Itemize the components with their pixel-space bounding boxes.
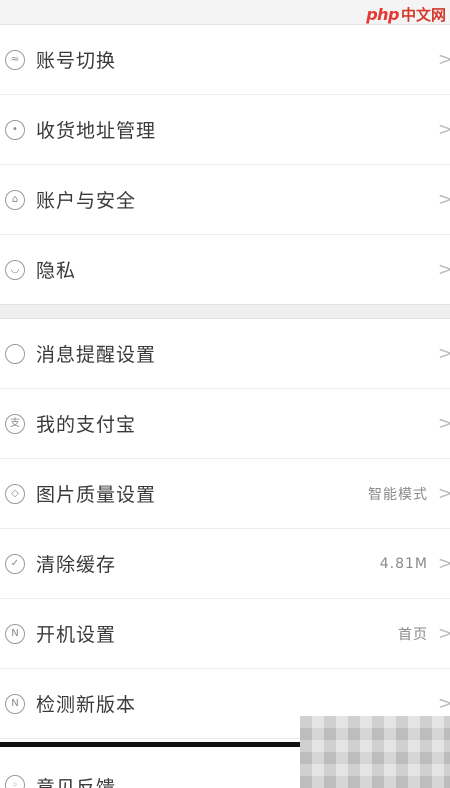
row-label: 开机设置	[36, 624, 117, 646]
row-value: 首页	[398, 626, 428, 643]
chevron-right-icon: >	[437, 119, 450, 140]
row-label: 我的支付宝	[36, 414, 137, 436]
switch-icon: ≈	[5, 49, 25, 70]
clear-cache-icon: ✓	[5, 553, 25, 574]
row-label: 收货地址管理	[36, 120, 157, 142]
new-version-icon: N	[5, 693, 25, 714]
feedback-icon: ◦	[5, 775, 25, 788]
row-label: 图片质量设置	[36, 484, 157, 506]
settings-row-privacy[interactable]: ◡ 隐私 >	[0, 235, 450, 305]
chevron-right-icon: >	[437, 259, 450, 280]
row-value: 4.81M	[379, 555, 428, 572]
settings-row-clear-cache[interactable]: ✓ 清除缓存 4.81M >	[0, 529, 450, 599]
row-label: 账户与安全	[36, 190, 137, 212]
section-divider	[0, 304, 450, 319]
settings-row-security[interactable]: ⌂ 账户与安全 >	[0, 165, 450, 235]
pixelated-overlay	[300, 716, 450, 788]
chevron-right-icon: >	[437, 553, 450, 574]
chevron-right-icon: >	[437, 189, 450, 210]
chevron-right-icon: >	[437, 343, 450, 364]
startup-icon: N	[5, 623, 25, 644]
image-quality-icon: ◇	[5, 483, 25, 504]
location-pin-icon: •	[5, 119, 25, 140]
site-watermark: php 中文网	[366, 4, 446, 24]
row-label: 意见反馈	[36, 777, 117, 788]
settings-row-address[interactable]: • 收货地址管理 >	[0, 95, 450, 165]
lock-icon: ⌂	[5, 189, 25, 210]
privacy-icon: ◡	[5, 259, 25, 280]
alipay-icon: 支	[5, 413, 25, 434]
row-label: 检测新版本	[36, 694, 137, 716]
settings-page: php 中文网 ≈ 账号切换 > • 收货地址管理 > ⌂ 账户与安全 > ◡ …	[0, 0, 450, 788]
chevron-right-icon: >	[437, 413, 450, 434]
chevron-right-icon: >	[437, 49, 450, 70]
chevron-right-icon: >	[437, 693, 450, 714]
watermark-php: php	[366, 4, 399, 24]
settings-row-alipay[interactable]: 支 我的支付宝 >	[0, 389, 450, 459]
settings-row-startup[interactable]: N 开机设置 首页 >	[0, 599, 450, 669]
chevron-right-icon: >	[437, 623, 450, 644]
settings-group-account: ≈ 账号切换 > • 收货地址管理 > ⌂ 账户与安全 > ◡ 隐私 >	[0, 25, 450, 305]
bell-icon	[5, 343, 25, 364]
row-label: 消息提醒设置	[36, 344, 157, 366]
row-label: 隐私	[36, 260, 77, 282]
row-label: 清除缓存	[36, 554, 117, 576]
settings-row-notifications[interactable]: 消息提醒设置 >	[0, 319, 450, 389]
settings-row-switch-account[interactable]: ≈ 账号切换 >	[0, 25, 450, 95]
watermark-cn: 中文网	[400, 5, 446, 24]
settings-group-general: 消息提醒设置 > 支 我的支付宝 > ◇ 图片质量设置 智能模式 > ✓ 清除缓…	[0, 319, 450, 739]
chevron-right-icon: >	[437, 483, 450, 504]
row-label: 账号切换	[36, 50, 117, 72]
row-value: 智能模式	[368, 486, 428, 503]
top-spacer: php 中文网	[0, 0, 450, 25]
settings-row-image-quality[interactable]: ◇ 图片质量设置 智能模式 >	[0, 459, 450, 529]
